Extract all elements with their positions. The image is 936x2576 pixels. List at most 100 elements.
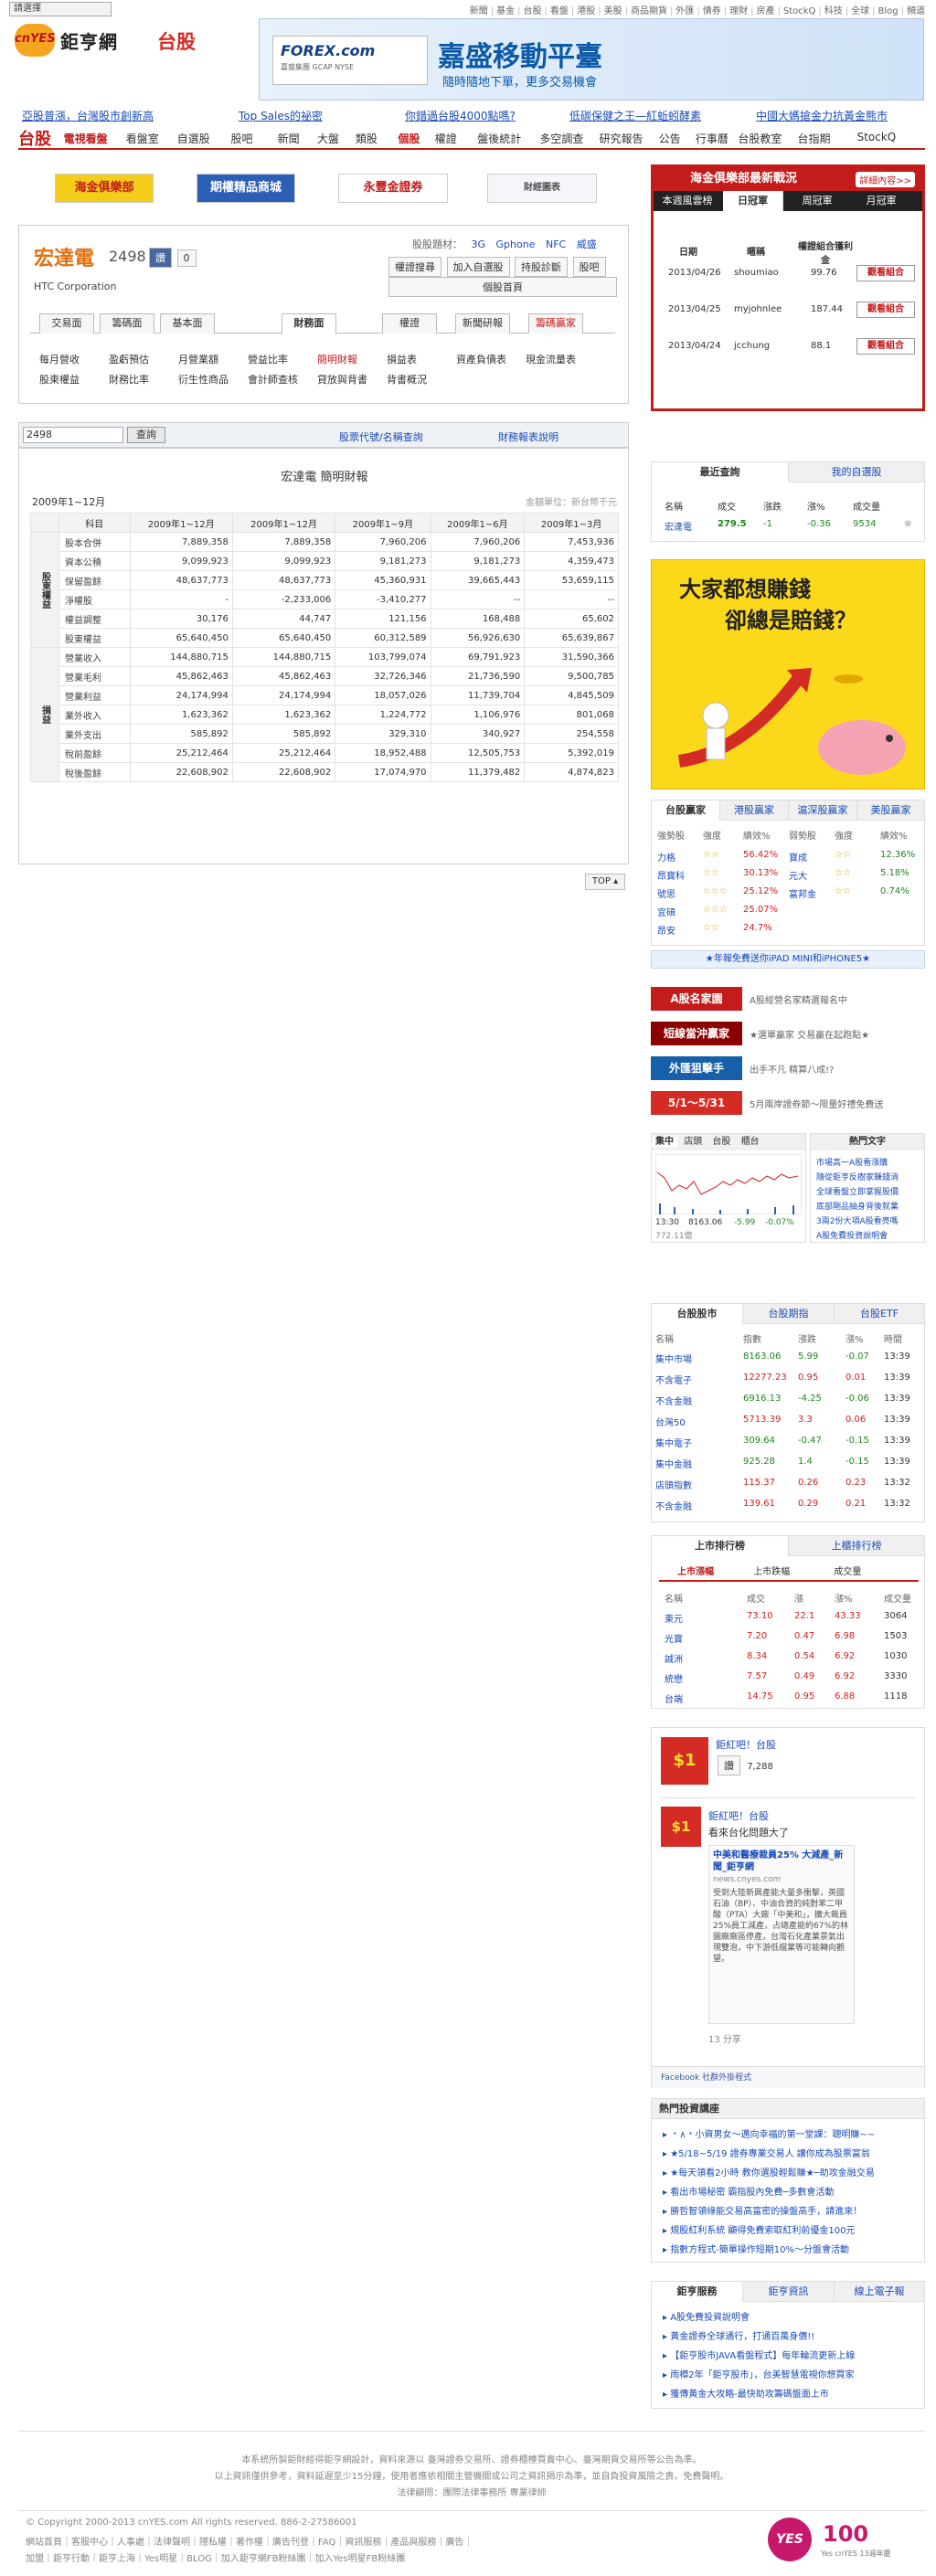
course-link[interactable]: ▸ ﹡∧﹡小資男女～邁向幸福的第一堂課：聰明賺∼∼ [663,2126,875,2140]
theme-link[interactable]: NFC [546,239,566,250]
fb-post-author[interactable]: 鉅紅吧！台股 [708,1808,769,1823]
forex-banner[interactable]: FOREX.com 嘉盛集團 GCAP NYSE 嘉盛移動平臺 隨時隨地下單，更多… [259,18,924,101]
service-link[interactable]: ▸ 獲傳黃金大攻略-最快助攻籌碼盤面上市 [663,2386,829,2400]
view-portfolio-button[interactable]: 觀看組合 [856,338,915,355]
tab-chips[interactable]: 籌碼面 [100,313,154,334]
service-link[interactable]: ▸ 雨樽2年「鉅亨股市」，台美智慧電視你想買家 [663,2367,855,2380]
view-portfolio-button[interactable]: 觀看組合 [856,302,915,318]
theme-link[interactable]: Gphone [496,239,536,250]
main-tab[interactable]: 自選股 [177,131,210,146]
ad-charts[interactable]: 財經圖表 [487,174,597,203]
ad-club[interactable]: 海金俱樂部 [55,174,154,203]
course-link[interactable]: ▸ ★每天領看2小時 教你選股輕鬆賺★─助攻金融交易 [663,2165,875,2178]
main-tab[interactable]: 公告 [659,131,681,146]
fb-like-box[interactable]: 讚 0 [147,248,197,268]
winners-cell[interactable]: 寶成 [789,850,807,864]
course-link[interactable]: ▸ 規股紅利系統 顯得免費索取紅利前優金100元 [663,2222,855,2236]
main-tab[interactable]: 台股 [18,126,51,150]
headline-link[interactable]: 亞股普漲，台灣股市創新高 [22,108,154,123]
main-tab[interactable]: 行事曆 [696,131,729,146]
add-watchlist-button[interactable]: 加入自選股 [446,257,510,277]
services-tab[interactable]: 線上電子報 [835,2282,924,2302]
finance-sublink[interactable]: 股東權益 [39,372,80,387]
hot-topic-link[interactable]: A股免費投資說明會 [816,1229,888,1241]
promo-item[interactable]: 短線當沖贏家 ★選單贏家 交易贏在起跑點★ [651,1022,925,1045]
main-tab[interactable]: 電視看盤 [64,131,108,146]
top-nav-link[interactable]: 全球 [851,6,869,16]
service-link[interactable]: ▸ 【鉅亨股市JAVA看盤程式】每年輪流更新上線 [663,2348,855,2361]
holding-diagnosis-button[interactable]: 持股診斷 [515,257,568,277]
ad-sinopac[interactable]: 永豐金證券 [338,174,448,203]
index-tab[interactable]: 台股股市 [652,1304,743,1324]
theme-link[interactable]: 3G [472,239,486,250]
hot-topic-link[interactable]: 3兩2份大項A股看亮嗎 [816,1214,899,1226]
promo-item[interactable]: A股名家園 A股經營名家精選報名中 [651,987,925,1011]
finance-sublink[interactable]: 財務比率 [109,372,149,387]
minichart-tab[interactable]: 集中 [652,1137,677,1147]
club-tab[interactable]: 月冠軍 [851,191,911,211]
fb-page-name[interactable]: 鉅紅吧！台股 [716,1737,776,1752]
index-cell[interactable]: 台灣50 [655,1415,686,1428]
top-nav-link[interactable]: 債券 [703,6,721,16]
top-nav-link[interactable]: StockQ [783,6,816,16]
winners-tab[interactable]: 滬深股贏家 [789,800,857,821]
headline-link[interactable]: 低碳保健之王—紅蚯蚓酵素 [569,108,701,123]
winners-cell[interactable]: 力格 [657,850,675,864]
query-button[interactable]: 查詢 [127,427,165,443]
hot-topic-link[interactable]: 隨從鉅亨反樹家賺錢消 [816,1171,899,1182]
remove-icon[interactable]: ⊗ [904,519,911,529]
top-nav-link[interactable]: 基金 [496,6,515,16]
index-cell[interactable]: 集中電子 [655,1436,692,1449]
fb-link-card[interactable]: 中美和醫療裁員25% 大減產_新聞_鉅亨網 news.cnyes.com 受到大… [708,1845,855,2024]
rank-cell[interactable]: 誠洲 [665,1651,683,1665]
finance-sublink[interactable]: 月營業額 [178,352,218,366]
main-tab[interactable]: 研究報告 [600,131,644,146]
main-tab[interactable]: 個股 [398,131,420,146]
finance-sublink[interactable]: 盈虧預估 [109,352,149,366]
rank-subtab[interactable]: 上市跌幅 [735,1564,808,1577]
hot-topic-link[interactable]: 市場高一A股看漲購 [816,1156,888,1168]
main-tab[interactable]: 股吧 [231,131,253,146]
index-cell[interactable]: 不含金融 [655,1394,692,1407]
top-nav-link[interactable]: 外匯 [675,6,694,16]
tab-financials[interactable]: 財務面 [282,313,336,334]
club-tab[interactable]: 周冠軍 [787,191,847,211]
top-nav-link[interactable]: 台股 [523,6,541,16]
rank-subtab[interactable]: 成交量 [811,1564,884,1577]
finance-sublink[interactable]: 背書概況 [387,372,427,387]
stock-code-input[interactable]: 2498 [23,427,123,443]
main-tab[interactable]: 大盤 [317,131,339,146]
course-link[interactable]: ▸ 指數方程式-簡單操作短期10%～分盤會活動 [663,2242,849,2255]
rank-subtab[interactable]: 上市漲幅 [659,1564,732,1577]
index-cell[interactable]: 不含電子 [655,1373,692,1386]
index-cell[interactable]: 集中市場 [655,1352,692,1365]
course-link[interactable]: ▸ 看出市場秘密 霸指股內免費─多數會活動 [663,2184,834,2198]
service-link[interactable]: ▸ 黃金證券全球通行，打通百萬身價!! [663,2328,814,2342]
index-tab[interactable]: 台股ETF [835,1304,924,1324]
winners-cell[interactable]: 昂安 [657,923,675,937]
stock-home-button[interactable]: 個股首頁 [388,277,617,297]
ad-piggy-bank[interactable]: 大家都想賺錢 卻總是賠錢？ [651,559,925,790]
main-tab[interactable]: 看盤室 [126,131,159,146]
headline-link[interactable]: 你錯過台股4000點嗎? [405,108,516,123]
warrant-search-button[interactable]: 權證搜尋 [388,257,441,277]
hot-topic-link[interactable]: 全球看盤立即掌握股價 [816,1185,899,1197]
tab-chip-winners[interactable]: 籌碼贏家 [528,313,583,334]
minichart-tab[interactable]: 台股 [708,1137,734,1147]
top-nav-link[interactable]: 房產 [756,6,774,16]
main-tab[interactable]: 盤後統計 [477,131,521,146]
main-tab[interactable]: 台指期 [798,131,831,146]
index-cell[interactable]: 不含金融 [655,1499,692,1512]
rank-tab[interactable]: 上市排行榜 [652,1536,789,1556]
course-link[interactable]: ▸ ★5/18~5/19 證券專業交易人 讓你成為股票富翁 [663,2146,870,2159]
promo-item[interactable]: 5/1～5/31 5月兩岸證券節～限量好禮免費送 [651,1091,925,1115]
top-nav-link[interactable]: 科技 [824,6,843,16]
rank-cell[interactable]: 台端 [665,1691,683,1705]
winners-cell[interactable]: 元大 [789,868,807,882]
hot-topic-link[interactable]: 底部剛品抽身背後就業 [816,1200,899,1212]
minichart-tab[interactable]: 櫃台 [738,1137,763,1147]
tab-recent[interactable]: 最近查詢 [652,462,789,482]
main-tab[interactable]: 權證 [435,131,457,146]
top-nav-link[interactable]: 看盤 [550,6,569,16]
fb-share-count[interactable]: 13 分享 [708,2031,741,2045]
